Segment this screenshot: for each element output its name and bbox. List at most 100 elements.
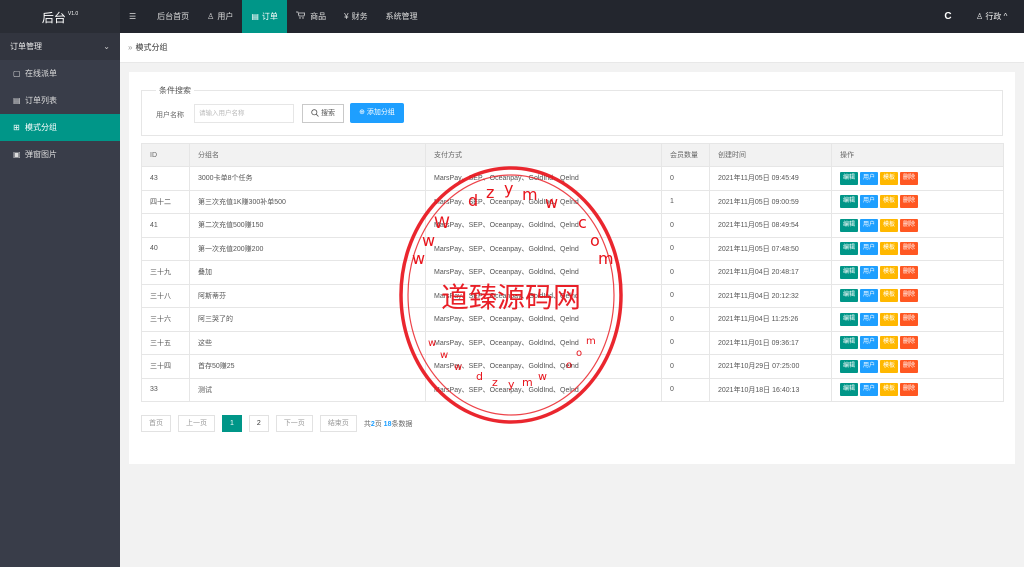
cell-payment: MarsPay、SEP、Oceanpay、GoldInd、Qelnd: [425, 354, 662, 379]
app-logo[interactable]: 后台 V1.0: [0, 0, 120, 33]
delete-button[interactable]: 删除: [900, 242, 919, 256]
edit-button[interactable]: 编辑: [840, 312, 859, 326]
prev-page-button[interactable]: 上一页: [178, 415, 215, 432]
content-card: 条件搜索 用户名称 请输入用户名称 搜索 ⊕ 添加分组 ID 分组名 支付方式 …: [129, 72, 1015, 464]
edit-button[interactable]: 编辑: [840, 242, 859, 256]
cell-member-count: 0: [661, 166, 710, 191]
list-icon: ▤: [13, 96, 21, 105]
page-2-button[interactable]: 2: [248, 415, 269, 432]
template-button[interactable]: 模板: [880, 289, 899, 303]
cell-id: 三十五: [141, 330, 190, 355]
first-page-button[interactable]: 首页: [141, 415, 171, 432]
cell-id: 33: [141, 377, 190, 402]
users-button[interactable]: 用户: [860, 312, 879, 326]
group-icon: ⊞: [13, 123, 20, 132]
delete-button[interactable]: 删除: [900, 265, 919, 279]
pagination: 首页 上一页 1 2 下一页 结束页 共2页 18条数据: [141, 415, 412, 432]
cell-id: 四十二: [141, 189, 190, 214]
delete-button[interactable]: 删除: [900, 218, 919, 232]
users-button[interactable]: 用户: [860, 336, 879, 350]
next-page-button[interactable]: 下一页: [275, 415, 313, 432]
sidebar-item-dispatch[interactable]: ▢ 在线派单: [0, 60, 120, 87]
delete-button[interactable]: 删除: [900, 383, 919, 397]
delete-button[interactable]: 删除: [900, 336, 919, 350]
cell-member-count: 0: [661, 236, 710, 261]
table-row: 41 第二次充值500赚150 MarsPay、SEP、Oceanpay、GoldI…: [141, 213, 1004, 238]
user-name-input[interactable]: 请输入用户名称: [194, 104, 294, 123]
nav-products[interactable]: 商品: [287, 0, 335, 33]
sidebar-item-popup-images[interactable]: ▣ 弹窗图片: [0, 141, 120, 168]
col-group-name: 分组名: [189, 143, 426, 167]
template-button[interactable]: 模板: [880, 195, 899, 209]
menu-toggle-button[interactable]: ☰: [120, 0, 148, 33]
template-button[interactable]: 模板: [880, 336, 899, 350]
users-button[interactable]: 用户: [860, 242, 879, 256]
template-button[interactable]: 模板: [880, 359, 899, 373]
chevron-down-icon: ⌄: [103, 42, 110, 51]
cell-actions: 编辑 用户 模板 删除: [831, 307, 1004, 332]
users-button[interactable]: 用户: [860, 265, 879, 279]
users-button[interactable]: 用户: [860, 195, 879, 209]
nav-users[interactable]: ♙ 用户: [198, 0, 242, 33]
last-page-button[interactable]: 结束页: [319, 415, 357, 432]
edit-button[interactable]: 编辑: [840, 218, 859, 232]
sidebar-item-mode-group[interactable]: ⊞ 模式分组: [0, 114, 120, 141]
delete-button[interactable]: 删除: [900, 171, 919, 185]
nav-system[interactable]: 系统管理: [377, 0, 427, 33]
nav-orders[interactable]: ▤ 订单: [242, 0, 287, 33]
cell-group-name: 首存50赚25: [189, 354, 426, 379]
users-button[interactable]: 用户: [860, 218, 879, 232]
edit-button[interactable]: 编辑: [840, 336, 859, 350]
pagination-info: 共2页 18条数据: [363, 420, 413, 428]
refresh-button[interactable]: C: [928, 0, 968, 33]
sidebar-item-order-list[interactable]: ▤ 订单列表: [0, 87, 120, 114]
edit-button[interactable]: 编辑: [840, 383, 859, 397]
edit-button[interactable]: 编辑: [840, 171, 859, 185]
template-button[interactable]: 模板: [880, 383, 899, 397]
breadcrumb-separator: »: [128, 43, 133, 52]
table-row: 三十四 首存50赚25 MarsPay、SEP、Oceanpay、GoldInd、Q…: [141, 354, 1004, 379]
edit-button[interactable]: 编辑: [840, 359, 859, 373]
cell-group-name: 测试: [189, 377, 426, 402]
users-button[interactable]: 用户: [860, 359, 879, 373]
edit-button[interactable]: 编辑: [840, 289, 859, 303]
cell-group-name: 第一次充值200赚200: [189, 236, 426, 261]
delete-button[interactable]: 删除: [900, 312, 919, 326]
user-name-label: 用户名称: [156, 112, 184, 119]
table-row: 40 第一次充值200赚200 MarsPay、SEP、Oceanpay、GoldI…: [141, 236, 1004, 261]
cell-created: 2021年11月01日 09:36:17: [709, 330, 832, 355]
cell-id: 41: [141, 213, 190, 238]
top-right: C ♙ 行政 ^: [928, 0, 1024, 33]
cell-id: 三十九: [141, 260, 190, 285]
template-button[interactable]: 模板: [880, 218, 899, 232]
delete-button[interactable]: 删除: [900, 195, 919, 209]
template-button[interactable]: 模板: [880, 312, 899, 326]
delete-button[interactable]: 删除: [900, 359, 919, 373]
delete-button[interactable]: 删除: [900, 289, 919, 303]
user-menu[interactable]: ♙ 行政 ^: [968, 0, 1024, 33]
template-button[interactable]: 模板: [880, 265, 899, 279]
cell-payment: MarsPay、SEP、Oceanpay、GoldInd、Qelnd: [425, 260, 662, 285]
nav-home[interactable]: 后台首页: [148, 0, 198, 33]
edit-button[interactable]: 编辑: [840, 195, 859, 209]
cell-member-count: 0: [661, 330, 710, 355]
cell-group-name: 3000卡单8个任务: [189, 166, 426, 191]
cell-payment: MarsPay、SEP、Oceanpay、GoldInd、Qelnd: [425, 377, 662, 402]
sidebar-group-orders[interactable]: 订单管理 ⌄: [0, 33, 120, 60]
users-button[interactable]: 用户: [860, 289, 879, 303]
cell-id: 43: [141, 166, 190, 191]
search-button[interactable]: 搜索: [302, 104, 344, 123]
edit-button[interactable]: 编辑: [840, 265, 859, 279]
table-row: 三十八 阿斯蒂芬 MarsPay、SEP、Oceanpay、GoldInd、Qeln…: [141, 283, 1004, 308]
template-button[interactable]: 模板: [880, 242, 899, 256]
cell-member-count: 0: [661, 377, 710, 402]
cell-member-count: 0: [661, 307, 710, 332]
table-row: 43 3000卡单8个任务 MarsPay、SEP、Oceanpay、GoldInd…: [141, 166, 1004, 191]
page-1-button[interactable]: 1: [222, 415, 242, 432]
cell-created: 2021年11月05日 08:49:54: [709, 213, 832, 238]
users-button[interactable]: 用户: [860, 383, 879, 397]
nav-finance[interactable]: ¥ 财务: [335, 0, 376, 33]
add-group-button[interactable]: ⊕ 添加分组: [350, 103, 404, 123]
template-button[interactable]: 模板: [880, 171, 899, 185]
users-button[interactable]: 用户: [860, 171, 879, 185]
